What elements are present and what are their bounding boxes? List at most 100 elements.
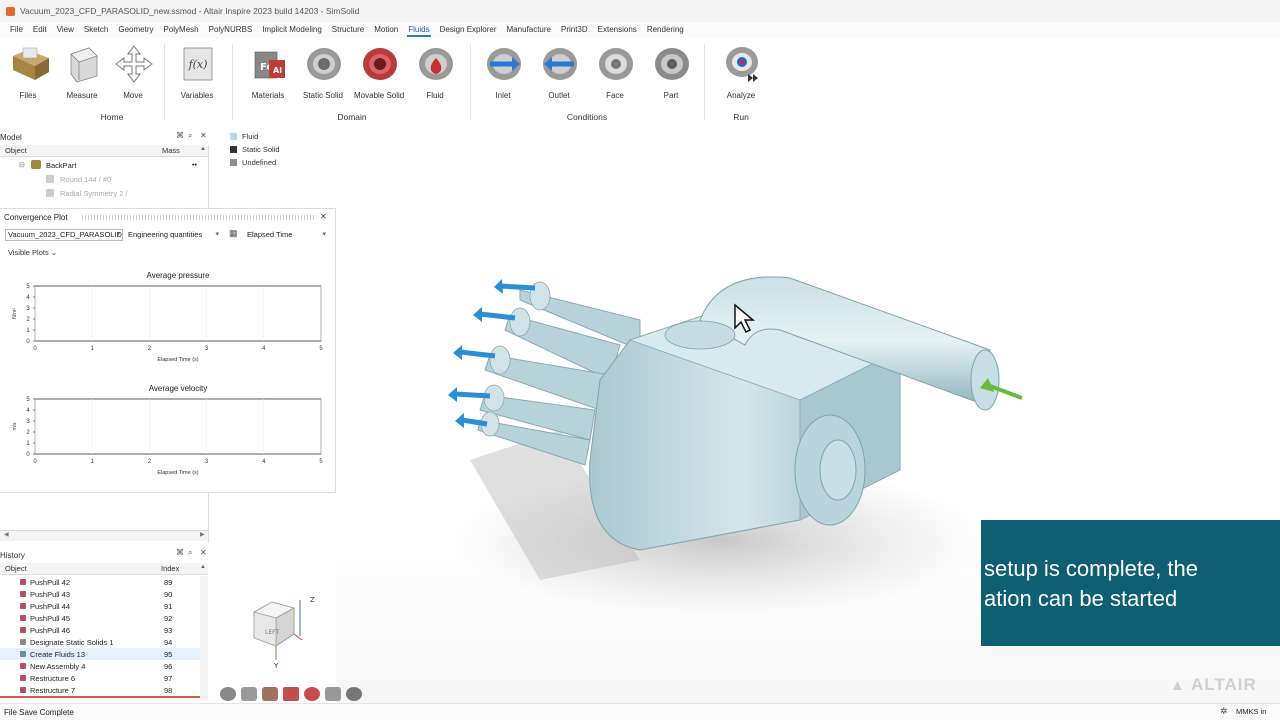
history-row-selected[interactable]: Create Fluids 13 95 [0,648,200,660]
y-tick-label: 5 [26,284,30,290]
menu-geometry[interactable]: Geometry [113,22,158,38]
search-icon[interactable]: ⌕ [188,548,192,558]
history-row[interactable]: Designate Static Solids 1 94 [0,636,200,648]
fluid-icon [20,651,26,657]
outlet-button[interactable]: Outlet [534,44,584,100]
chevron-down-icon: ⌄ [50,248,58,257]
history-name: PushPull 44 [30,601,71,611]
time-select[interactable]: Elapsed Time ▾ [244,229,329,241]
section-icon[interactable] [262,687,278,701]
y-tick-label: 2 [26,317,30,323]
menu-motion[interactable]: Motion [369,22,403,38]
visible-plots-toggle[interactable]: Visible Plots ⌄ [8,248,57,257]
history-name: PushPull 42 [30,577,71,587]
history-row[interactable]: Restructure 7 98 [0,684,200,696]
history-row[interactable]: PushPull 44 91 [0,600,200,612]
history-name: Create Fluids 13 [30,649,86,659]
menu-structure[interactable]: Structure [327,22,369,38]
model-tree-item[interactable]: Radial Symmetry 2 / [0,187,208,199]
history-end-marker[interactable] [0,696,200,698]
col-mass[interactable]: Mass [162,146,180,155]
eye-icon[interactable] [220,687,236,701]
scroll-up-icon[interactable]: ▲ [200,564,206,570]
close-icon[interactable]: ✕ [200,131,207,140]
box-select-icon[interactable] [283,687,299,701]
quantity-select-value: Engineering quantities [128,230,203,239]
col-index[interactable]: Index [161,564,179,573]
inlet-button[interactable]: Inlet [478,44,528,100]
search-icon[interactable]: ⌕ [188,131,192,141]
menu-polynurbs[interactable]: PolyNURBS [204,22,258,38]
menu-file[interactable]: File [5,22,28,38]
part-icon [652,44,690,82]
menu-print3d[interactable]: Print3D [556,22,593,38]
menu-polymesh[interactable]: PolyMesh [158,22,203,38]
study-select[interactable]: Vacuum_2023_CFD_PARASOLID ▾ [5,229,123,241]
filter-icon[interactable]: ⌘ [176,548,184,557]
col-object[interactable]: Object [5,146,27,155]
menu-fluids[interactable]: Fluids [403,22,434,38]
history-row[interactable]: PushPull 46 93 [0,624,200,636]
target-icon[interactable] [304,687,320,701]
movable-solid-button[interactable]: Movable Solid [354,44,404,100]
variables-button[interactable]: f(x) Variables [172,44,222,100]
units-selector[interactable]: MMKS in [1236,707,1266,716]
x-tick-label: 0 [33,346,37,352]
group-home: Home [100,112,124,122]
analyze-label: Analyze [726,91,756,100]
menu-design-explorer[interactable]: Design Explorer [435,22,502,38]
move-button[interactable]: Move [108,44,158,100]
materials-button[interactable]: Fe Al Materials [243,44,293,100]
x-axis-label: Elapsed Time (s) [157,470,198,476]
face-button[interactable]: Face [590,44,640,100]
camera-icon[interactable] [241,687,257,701]
menu-edit[interactable]: Edit [28,22,52,38]
part-button[interactable]: Part [646,44,696,100]
history-name: Designate Static Solids 1 [30,637,114,647]
y-tick-label: 4 [26,408,30,414]
col-object[interactable]: Object [5,564,27,573]
close-icon[interactable]: ✕ [200,548,207,557]
more-icon[interactable]: •• [192,162,197,169]
files-button[interactable]: Files [3,44,53,100]
caption-line-2: ation can be started [984,586,1178,611]
feature-icon [46,175,54,183]
inlet-label: Inlet [495,91,511,100]
settings-icon[interactable]: ✲ [1220,706,1228,717]
menu-view[interactable]: View [52,22,79,38]
scroll-up-icon[interactable]: ▲ [200,146,206,152]
static-solid-icon [20,639,26,645]
fluid-button[interactable]: Fluid [410,44,460,100]
menu-implicit-modeling[interactable]: Implicit Modeling [257,22,327,38]
close-icon[interactable]: ✕ [320,212,327,221]
model-tree-item[interactable]: Round 144 / #0 [0,173,208,185]
quantity-select[interactable]: Engineering quantities ▾ [125,229,222,241]
axis-z-label: Z [310,596,315,604]
history-row[interactable]: PushPull 43 90 [0,588,200,600]
history-row[interactable]: New Assembly 4 96 [0,660,200,672]
movable-solid-label: Movable Solid [354,91,405,100]
table-icon[interactable]: ▦ [229,228,238,239]
static-solid-button[interactable]: Static Solid [298,44,348,100]
history-index: 89 [164,577,173,587]
drag-handle[interactable] [82,215,314,220]
globe-icon[interactable] [346,687,362,701]
menu-rendering[interactable]: Rendering [642,22,689,38]
history-row[interactable]: PushPull 42 89 [0,576,200,588]
measure-button[interactable]: Measure [57,44,107,100]
history-index: 91 [164,601,173,611]
collapse-icon[interactable]: ⊟ [19,161,25,169]
filter-icon[interactable]: ⌘ [176,131,184,140]
model-tree-item[interactable]: ⊟ BackPart •• [0,159,208,171]
menu-extensions[interactable]: Extensions [593,22,642,38]
view-cube[interactable]: LEFT Z Y [244,592,324,668]
analyze-button[interactable]: Analyze [716,44,766,100]
filter-icon[interactable] [325,687,341,701]
menu-manufacture[interactable]: Manufacture [502,22,556,38]
history-scrollbar[interactable] [200,576,208,700]
menu-sketch[interactable]: Sketch [79,22,113,38]
history-row[interactable]: PushPull 45 92 [0,612,200,624]
outlet-icon [540,44,578,82]
history-index: 92 [164,613,173,623]
history-row[interactable]: Restructure 6 97 [0,672,200,684]
